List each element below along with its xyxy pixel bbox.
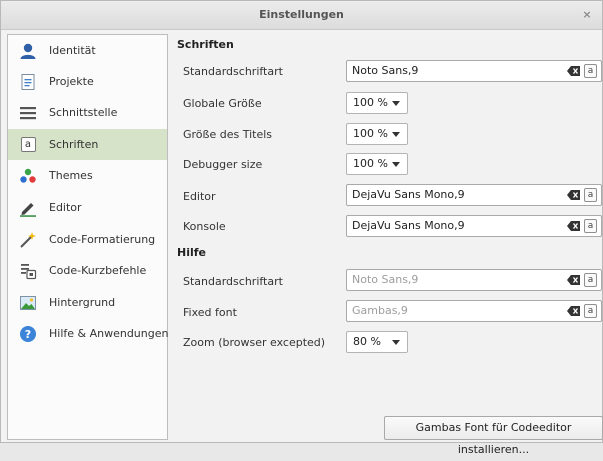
zoom-combo[interactable]: 80 %: [346, 331, 408, 353]
sidebar-item-label: Themes: [49, 169, 93, 182]
label-titel-groesse: Größe des Titels: [183, 128, 273, 141]
font-field-konsole[interactable]: DejaVu Sans Mono,9 a: [346, 215, 602, 237]
sidebar-item-hintergrund[interactable]: Hintergrund: [8, 287, 167, 318]
clear-icon[interactable]: [567, 66, 580, 76]
svg-text:?: ?: [25, 328, 31, 341]
combo-value: 80 %: [353, 335, 381, 348]
title-size-combo[interactable]: 100 %: [346, 123, 408, 145]
close-icon[interactable]: ×: [580, 1, 594, 29]
sidebar-item-identitaet[interactable]: Identität: [8, 35, 167, 66]
label-debugger-size: Debugger size: [183, 158, 263, 171]
window-title: Einstellungen: [259, 8, 344, 21]
sidebar-item-label: Hilfe & Anwendungen: [49, 327, 169, 340]
sidebar-item-schriften[interactable]: a Schriften: [8, 129, 167, 160]
clear-icon[interactable]: [567, 190, 580, 200]
font-select-button[interactable]: a: [584, 304, 597, 318]
document-icon: [19, 73, 37, 91]
help-font-field-standard[interactable]: Noto Sans,9 a: [346, 269, 602, 291]
font-select-button[interactable]: a: [584, 64, 597, 78]
sidebar-item-schnittstelle[interactable]: Schnittstelle: [8, 97, 167, 128]
field-value: DejaVu Sans Mono,9: [352, 219, 465, 232]
sidebar-item-label: Editor: [49, 201, 82, 214]
install-font-button[interactable]: Gambas Font für Codeeditor installieren.…: [384, 416, 603, 456]
label-konsole: Konsole: [183, 220, 226, 233]
sidebar-item-code-formatierung[interactable]: Code-Formatierung: [8, 224, 167, 255]
clear-icon[interactable]: [567, 221, 580, 231]
shortcuts-icon: [19, 262, 37, 280]
global-size-combo[interactable]: 100 %: [346, 92, 408, 114]
chevron-down-icon: [392, 162, 400, 167]
font-select-button[interactable]: a: [584, 219, 597, 233]
chevron-down-icon: [392, 132, 400, 137]
sidebar-item-label: Identität: [49, 44, 96, 57]
field-value: Noto Sans,9: [352, 64, 419, 77]
sidebar-item-code-kurzbefehle[interactable]: Code-Kurzbefehle: [8, 255, 167, 286]
help-icon: ?: [19, 325, 37, 343]
settings-window: Einstellungen × Identität Projekte Schni…: [0, 0, 603, 456]
combo-value: 100 %: [353, 96, 388, 109]
label-fixed-font: Fixed font: [183, 306, 237, 319]
font-icon: a: [19, 136, 37, 154]
label-hilfe-standardschriftart: Standardschriftart: [183, 275, 283, 288]
help-font-field-fixed[interactable]: Gambas,9 a: [346, 300, 602, 322]
combo-value: 100 %: [353, 157, 388, 170]
user-icon: [19, 42, 37, 60]
font-field-standard[interactable]: Noto Sans,9 a: [346, 60, 602, 82]
sidebar-item-editor[interactable]: Editor: [8, 192, 167, 223]
sidebar-item-hilfe[interactable]: ? Hilfe & Anwendungen: [8, 318, 169, 349]
sidebar-item-label: Projekte: [49, 75, 94, 88]
field-value: Gambas,9: [352, 304, 408, 317]
settings-content: Schriften Standardschriftart Noto Sans,9…: [176, 34, 603, 456]
section-heading-hilfe: Hilfe: [177, 246, 206, 259]
field-value: Noto Sans,9: [352, 273, 419, 286]
interface-icon: [19, 104, 37, 122]
font-field-editor[interactable]: DejaVu Sans Mono,9 a: [346, 184, 602, 206]
chevron-down-icon: [392, 340, 400, 345]
clear-icon[interactable]: [567, 275, 580, 285]
themes-icon: [19, 167, 37, 185]
font-select-button[interactable]: a: [584, 273, 597, 287]
sidebar-item-themes[interactable]: Themes: [8, 160, 167, 191]
label-zoom: Zoom (browser excepted): [183, 336, 326, 349]
clear-icon[interactable]: [567, 306, 580, 316]
title-bar: Einstellungen ×: [1, 1, 602, 30]
label-globale-groesse: Globale Größe: [183, 97, 262, 110]
magic-wand-icon: [19, 231, 37, 249]
field-value: DejaVu Sans Mono,9: [352, 188, 465, 201]
sidebar-item-label: Code-Kurzbefehle: [49, 264, 147, 277]
section-heading-schriften: Schriften: [177, 38, 234, 51]
pencil-icon: [19, 199, 37, 217]
label-editor: Editor: [183, 190, 216, 203]
sidebar-item-projekte[interactable]: Projekte: [8, 66, 167, 97]
font-select-button[interactable]: a: [584, 188, 597, 202]
label-standardschriftart: Standardschriftart: [183, 65, 283, 78]
combo-value: 100 %: [353, 127, 388, 140]
debugger-size-combo[interactable]: 100 %: [346, 153, 408, 175]
chevron-down-icon: [392, 101, 400, 106]
image-icon: [19, 294, 37, 312]
sidebar-item-label: Schnittstelle: [49, 106, 118, 119]
sidebar: Identität Projekte Schnittstelle a Schri…: [7, 34, 168, 440]
sidebar-item-label: Code-Formatierung: [49, 233, 156, 246]
sidebar-item-label: Hintergrund: [49, 296, 116, 309]
sidebar-item-label: Schriften: [49, 138, 99, 151]
